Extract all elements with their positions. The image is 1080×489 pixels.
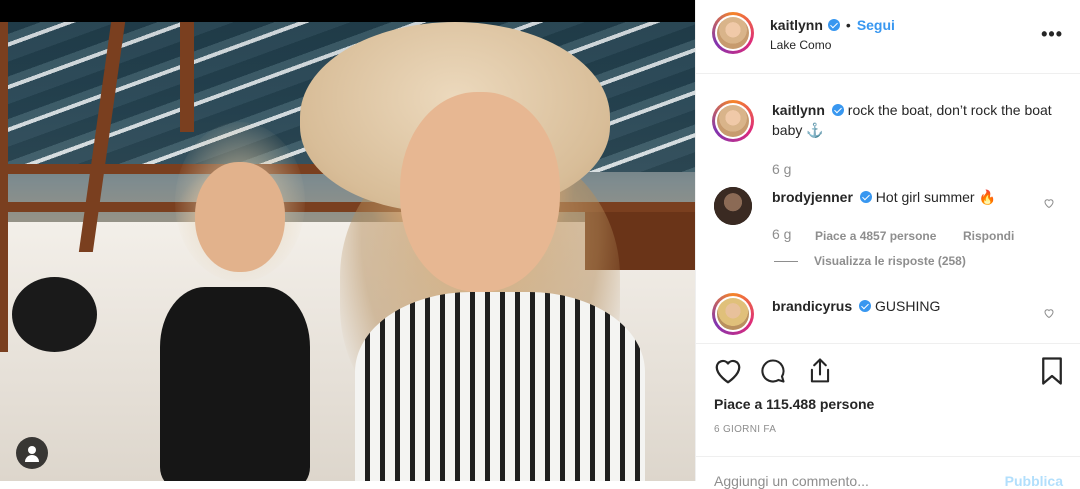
comment-likes-count[interactable]: Piace a 4857 persone [815,229,936,243]
add-comment-input[interactable]: Aggiungi un commento... [714,473,869,489]
comment-time: 6 g [772,226,792,242]
author-avatar[interactable] [712,12,754,54]
caption-username[interactable]: kaitlynn [772,102,825,118]
comment-item: brandicyrus GUSHING [712,293,1067,343]
post-likes-count[interactable]: Piace a 115.488 persone [714,396,874,412]
like-heart-icon[interactable] [713,357,743,385]
post-photo[interactable] [0,22,695,481]
verified-badge-icon [859,300,872,312]
photo-boat-frame [180,22,194,132]
comment-like-heart-icon[interactable] [1043,307,1055,319]
reply-button[interactable]: Rispondi [963,229,1014,243]
photo-person-swimsuit [355,292,645,481]
photo-person-face [195,162,285,272]
tagged-users-button[interactable] [16,437,48,469]
photo-boat-frame [0,22,8,352]
comment-text: Hot girl summer 🔥 [875,189,996,205]
follow-button[interactable]: Segui [857,17,895,33]
post-actions: Piace a 115.488 persone 6 GIORNI FA Aggi… [696,343,1080,489]
comment-username[interactable]: brodyjenner [772,189,853,205]
more-options-icon[interactable]: ••• [1041,24,1063,45]
save-bookmark-icon[interactable] [1039,356,1065,386]
comment-avatar[interactable] [714,187,752,225]
caption-time: 6 g [772,161,792,177]
photo-person-swimsuit [160,287,310,481]
add-comment-bar: Aggiungi un commento... Pubblica [696,456,1080,489]
photo-person-face [400,92,560,292]
comment-text: GUSHING [875,298,941,314]
user-tag-icon [28,446,36,454]
comment-avatar[interactable] [712,293,754,335]
separator-dot: • [845,17,851,33]
caption: kaitlynn rock the boat, don’t rock the b… [712,100,1067,190]
comment-username[interactable]: brandicyrus [772,298,852,314]
verified-badge-icon [831,104,844,116]
publish-button[interactable]: Pubblica [1005,473,1063,489]
post-location[interactable]: Lake Como [770,38,831,52]
author-username[interactable]: kaitlynn [770,17,823,33]
comment-like-heart-icon[interactable] [1043,197,1055,209]
photo-top-bar [0,0,695,22]
post-side-panel: kaitlynn • Segui Lake Como ••• kaitlynn ro… [695,0,1080,489]
comments-list[interactable]: kaitlynn rock the boat, don’t rock the b… [696,73,1080,343]
post-date[interactable]: 6 GIORNI FA [714,424,776,435]
view-replies-button[interactable]: Visualizza le risposte (258) [774,254,966,268]
verified-badge-icon [827,19,840,31]
caption-avatar[interactable] [712,100,754,142]
verified-badge-icon [859,191,872,203]
share-icon[interactable] [806,356,834,386]
comment-bubble-icon[interactable] [758,357,788,385]
comment-item: brodyjenner Hot girl summer 🔥 6 g Piace … [712,185,1067,275]
post-header: kaitlynn • Segui Lake Como ••• [696,0,1080,74]
photo-black-hat [12,277,97,352]
